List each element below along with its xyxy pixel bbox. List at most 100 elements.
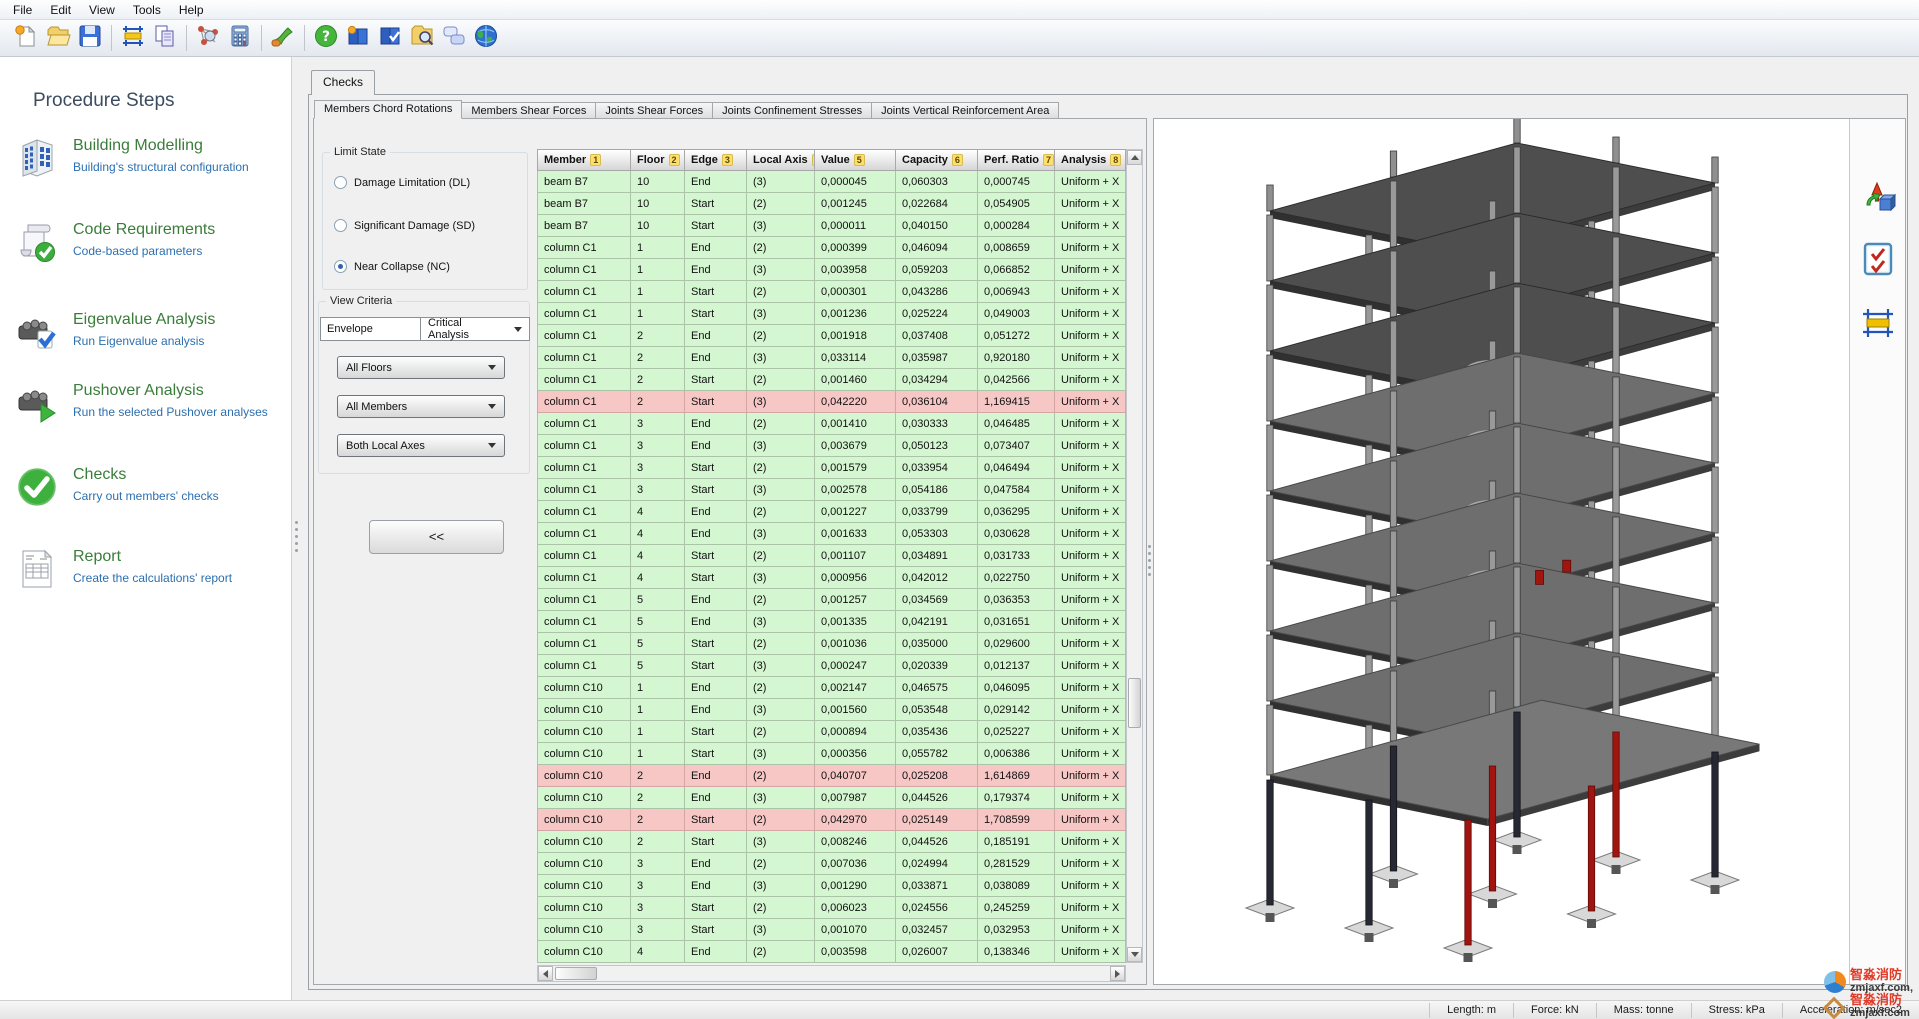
table-row[interactable]: beam B7 10 Start (3) 0,000011 0,040150 0,00028… — [537, 215, 1126, 237]
table-row[interactable]: column C10 3 Start (3) 0,001070 0,032457 0,032… — [537, 919, 1126, 941]
dropdown-all-members[interactable]: All Members — [337, 395, 505, 418]
column-header-floor[interactable]: Floor 2 — [631, 149, 685, 171]
calculator-button[interactable] — [224, 23, 256, 53]
subtab-members-chord-rotations[interactable]: Members Chord Rotations — [314, 100, 463, 119]
copy-document-button[interactable] — [149, 23, 181, 53]
member-section-button[interactable] — [1860, 305, 1896, 341]
table-row[interactable]: column C10 1 End (3) 0,001560 0,053548 0,02914… — [537, 699, 1126, 721]
panel-splitter[interactable] — [1147, 545, 1152, 576]
table-horizontal-scrollbar[interactable] — [537, 965, 1126, 982]
sidebar-item-pushover-analysis[interactable]: Pushover Analysis Run the selected Pushov… — [14, 380, 282, 426]
column-header-member[interactable]: Member 1 — [537, 149, 631, 171]
folder-search-button[interactable] — [406, 23, 438, 53]
comments-button[interactable] — [438, 23, 470, 53]
vscroll-thumb[interactable] — [1128, 678, 1141, 728]
table-row[interactable]: column C1 5 End (2) 0,001257 0,034569 0,036353… — [537, 589, 1126, 611]
table-row[interactable]: column C1 4 Start (2) 0,001107 0,034891 0,0317… — [537, 545, 1126, 567]
radio-significant-damage-sd-[interactable]: Significant Damage (SD) — [334, 219, 475, 232]
rotate-view-button[interactable] — [1860, 179, 1897, 215]
table-row[interactable]: column C10 2 End (3) 0,007987 0,044526 0,17937… — [537, 787, 1126, 809]
radio-button[interactable] — [334, 219, 347, 232]
column-header-edge[interactable]: Edge 3 — [685, 149, 747, 171]
table-row[interactable]: column C10 1 End (2) 0,002147 0,046575 0,04609… — [537, 677, 1126, 699]
table-row[interactable]: column C10 1 Start (3) 0,000356 0,055782 0,006… — [537, 743, 1126, 765]
menu-help[interactable]: Help — [170, 1, 213, 19]
radio-near-collapse-nc-[interactable]: Near Collapse (NC) — [334, 260, 450, 273]
table-row[interactable]: column C1 5 End (3) 0,001335 0,042191 0,031651… — [537, 611, 1126, 633]
table-row[interactable]: column C1 4 Start (3) 0,000956 0,042012 0,0227… — [537, 567, 1126, 589]
table-row[interactable]: beam B7 10 End (3) 0,000045 0,060303 0,000745 U… — [537, 171, 1126, 193]
manual-book-button[interactable] — [342, 23, 374, 53]
table-row[interactable]: column C1 5 Start (2) 0,001036 0,035000 0,0296… — [537, 633, 1126, 655]
column-header-perf-ratio[interactable]: Perf. Ratio 7 — [978, 149, 1055, 171]
table-row[interactable]: column C1 2 Start (2) 0,001460 0,034294 0,0425… — [537, 369, 1126, 391]
paint-brush-button[interactable] — [267, 23, 299, 53]
table-row[interactable]: beam B7 10 Start (2) 0,001245 0,022684 0,05490… — [537, 193, 1126, 215]
table-row[interactable]: column C1 3 Start (2) 0,001579 0,033954 0,0464… — [537, 457, 1126, 479]
dropdown-all-floors[interactable]: All Floors — [337, 356, 505, 379]
open-folder-button[interactable] — [42, 23, 74, 53]
table-row[interactable]: column C10 2 Start (3) 0,008246 0,044526 0,185… — [537, 831, 1126, 853]
table-row[interactable]: column C1 2 Start (3) 0,042220 0,036104 1,1694… — [537, 391, 1126, 413]
menu-edit[interactable]: Edit — [41, 1, 80, 19]
table-row[interactable]: column C1 2 End (3) 0,033114 0,035987 0,920180… — [537, 347, 1126, 369]
sidebar-item-checks[interactable]: Checks Carry out members' checks — [14, 464, 282, 510]
column-header-capacity[interactable]: Capacity 6 — [896, 149, 978, 171]
column-header-local-axis[interactable]: Local Axis4 — [747, 149, 815, 171]
help-button[interactable]: ? — [310, 23, 342, 53]
radio-button[interactable] — [334, 176, 347, 189]
table-row[interactable]: column C10 2 Start (2) 0,042970 0,025149 1,708… — [537, 809, 1126, 831]
save-button[interactable] — [74, 23, 106, 53]
frame-section-button[interactable] — [117, 23, 149, 53]
radio-damage-limitation-dl-[interactable]: Damage Limitation (DL) — [334, 176, 470, 189]
table-row[interactable]: column C10 3 Start (2) 0,006023 0,024556 0,245… — [537, 897, 1126, 919]
table-row[interactable]: column C1 3 Start (3) 0,002578 0,054186 0,0475… — [537, 479, 1126, 501]
table-vertical-scrollbar[interactable] — [1126, 149, 1143, 963]
table-row[interactable]: column C1 2 End (2) 0,001918 0,037408 0,051272… — [537, 325, 1126, 347]
globe-button[interactable] — [470, 23, 502, 53]
column-header-value[interactable]: Value 5 — [815, 149, 896, 171]
table-row[interactable]: column C10 1 Start (2) 0,000894 0,035436 0,025… — [537, 721, 1126, 743]
table-row[interactable]: column C1 4 End (3) 0,001633 0,053303 0,030628… — [537, 523, 1126, 545]
collapse-panel-button[interactable]: << — [369, 520, 504, 554]
analysis-checklist-button[interactable] — [1860, 241, 1896, 277]
table-row[interactable]: column C1 1 End (3) 0,003958 0,059203 0,066852… — [537, 259, 1126, 281]
table-row[interactable]: column C10 3 End (2) 0,007036 0,024994 0,28152… — [537, 853, 1126, 875]
sidebar-item-code-requirements[interactable]: Code Requirements Code-based parameters — [14, 219, 282, 265]
menu-file[interactable]: File — [4, 1, 41, 19]
hscroll-thumb[interactable] — [555, 967, 597, 980]
table-row[interactable]: column C10 2 End (2) 0,040707 0,025208 1,61486… — [537, 765, 1126, 787]
check-book-button[interactable] — [374, 23, 406, 53]
sidebar-item-report[interactable]: Report Create the calculations' report — [14, 546, 282, 592]
sidebar-item-building-modelling[interactable]: Building Modelling Building's structural … — [14, 135, 282, 181]
subtab-members-shear-forces[interactable]: Members Shear Forces — [462, 102, 597, 119]
scroll-down-button[interactable] — [1127, 947, 1142, 962]
table-row[interactable]: column C1 1 Start (2) 0,000301 0,043286 0,0069… — [537, 281, 1126, 303]
menu-view[interactable]: View — [80, 1, 124, 19]
scroll-left-button[interactable] — [538, 966, 553, 981]
table-row[interactable]: column C1 1 Start (3) 0,001236 0,025224 0,0490… — [537, 303, 1126, 325]
tab-checks[interactable]: Checks — [311, 70, 376, 95]
radio-button[interactable] — [334, 260, 347, 273]
menu-tools[interactable]: Tools — [124, 1, 170, 19]
subtab-joints-vertical-reinforcement-area[interactable]: Joints Vertical Reinforcement Area — [872, 102, 1060, 119]
table-row[interactable]: column C1 3 End (3) 0,003679 0,050123 0,073407… — [537, 435, 1126, 457]
sidebar-splitter[interactable] — [294, 521, 299, 552]
dropdown-both-local-axes[interactable]: Both Local Axes — [337, 434, 505, 457]
table-row[interactable]: column C10 4 End (2) 0,003598 0,026007 0,13834… — [537, 941, 1126, 963]
model-3d-button[interactable] — [192, 23, 224, 53]
sidebar-item-eigenvalue-analysis[interactable]: Eigenvalue Analysis Run Eigenvalue analys… — [14, 309, 282, 355]
table-row[interactable]: column C1 3 End (2) 0,001410 0,030333 0,046485… — [537, 413, 1126, 435]
table-row[interactable]: column C1 4 End (2) 0,001227 0,033799 0,036295… — [537, 501, 1126, 523]
envelope-combo[interactable]: Envelope Critical Analysis — [320, 317, 530, 341]
column-header-analysis[interactable]: Analysis 8 — [1055, 149, 1126, 171]
scroll-right-button[interactable] — [1110, 966, 1125, 981]
table-row[interactable]: column C1 5 Start (3) 0,000247 0,020339 0,0121… — [537, 655, 1126, 677]
scroll-up-button[interactable] — [1127, 150, 1142, 165]
new-file-button[interactable] — [10, 23, 42, 53]
table-row[interactable]: column C1 1 End (2) 0,000399 0,046094 0,008659… — [537, 237, 1126, 259]
table-row[interactable]: column C10 3 End (3) 0,001290 0,033871 0,03808… — [537, 875, 1126, 897]
model-3d-view[interactable] — [1154, 116, 1851, 984]
critical-analysis-select[interactable]: Critical Analysis — [420, 317, 529, 341]
subtab-joints-shear-forces[interactable]: Joints Shear Forces — [596, 102, 714, 119]
